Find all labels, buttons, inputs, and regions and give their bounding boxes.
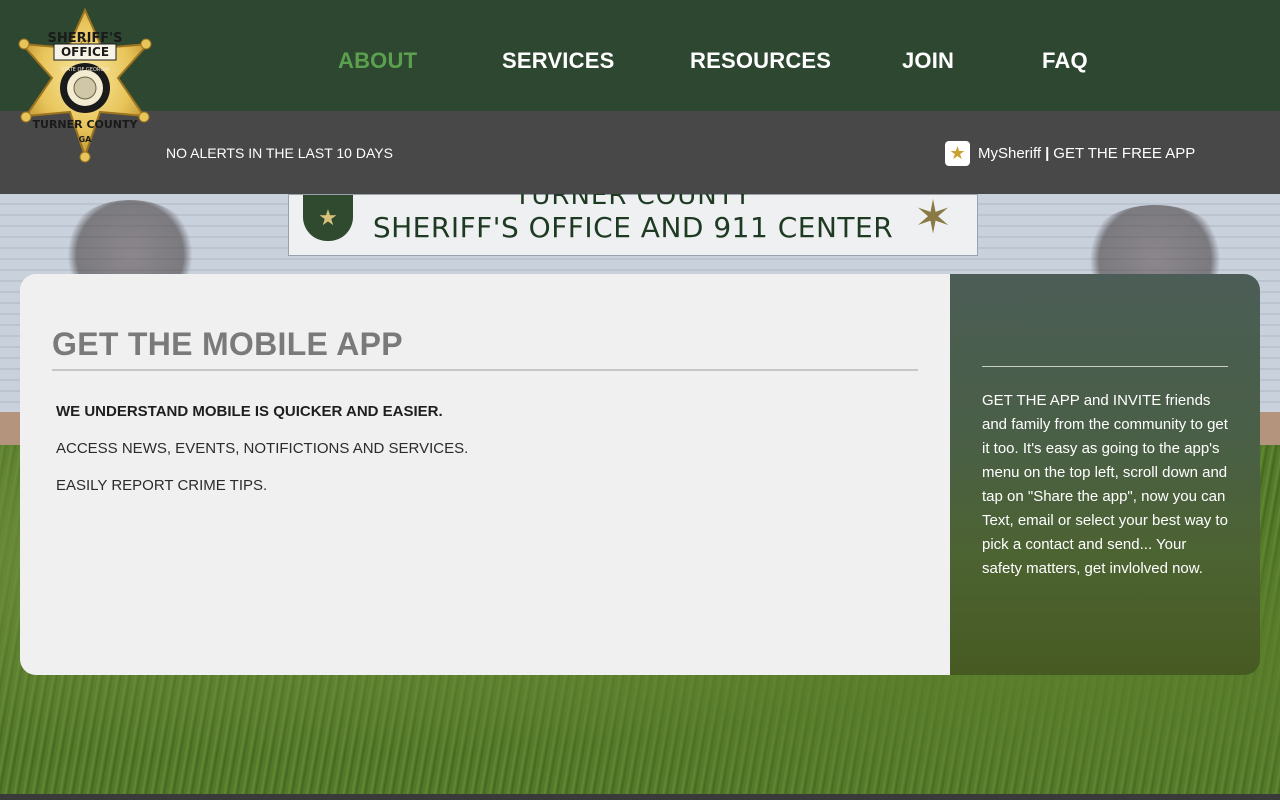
card-side-panel: GET THE APP and INVITE friends and famil…	[950, 274, 1260, 675]
badge-county: TURNER COUNTY	[33, 118, 139, 131]
share-app-instructions: GET THE APP and INVITE friends and famil…	[982, 392, 1228, 577]
badge-state: GA	[79, 135, 93, 144]
app-brand: MySheriff	[978, 144, 1042, 162]
sheriff-badge-logo[interactable]: SHERIFF'S OFFICE STATE OF GEORGIA TURNER…	[14, 4, 156, 164]
main-nav: ABOUT SERVICES RESOURCES JOIN FAQ	[0, 0, 1280, 111]
nav-faq[interactable]: FAQ	[1042, 48, 1088, 74]
sign-star-right-icon: ✶	[913, 191, 953, 243]
mysheriff-app-link[interactable]: ★ MySheriff | GET THE FREE APP	[945, 140, 1195, 166]
alert-status-text: NO ALERTS IN THE LAST 10 DAYS	[166, 145, 393, 161]
card-main-panel: GET THE MOBILE APP WE UNDERSTAND MOBILE …	[20, 274, 950, 675]
sign-line-2: SHERIFF'S OFFICE AND 911 CENTER	[372, 211, 894, 244]
nav-about[interactable]: ABOUT	[338, 48, 417, 74]
feature-line-2: ACCESS NEWS, EVENTS, NOTIFICTIONS AND SE…	[56, 440, 469, 457]
app-separator: |	[1045, 144, 1050, 162]
nav-resources[interactable]: RESOURCES	[690, 48, 831, 74]
badge-seal-text: STATE OF GEORGIA	[61, 67, 110, 73]
nav-join[interactable]: JOIN	[902, 48, 954, 74]
top-navigation-bar: ABOUT SERVICES RESOURCES JOIN FAQ	[0, 0, 1280, 111]
app-cta: GET THE FREE APP	[1053, 144, 1196, 162]
mobile-app-card: GET THE MOBILE APP WE UNDERSTAND MOBILE …	[20, 274, 1260, 675]
feature-line-3: EASILY REPORT CRIME TIPS.	[56, 477, 268, 494]
mysheriff-badge-icon: ★	[945, 140, 970, 166]
feature-line-1: WE UNDERSTAND MOBILE IS QUICKER AND EASI…	[56, 403, 443, 420]
feature-list: WE UNDERSTAND MOBILE IS QUICKER AND EASI…	[52, 371, 918, 494]
badge-office: OFFICE	[61, 45, 109, 59]
building-sign: ★ TURNER COUNTY SHERIFF'S OFFICE AND 911…	[288, 181, 978, 256]
side-divider	[982, 366, 1228, 367]
page-title: GET THE MOBILE APP	[52, 326, 918, 371]
nav-services[interactable]: SERVICES	[502, 48, 614, 74]
footer-strip	[0, 794, 1280, 800]
